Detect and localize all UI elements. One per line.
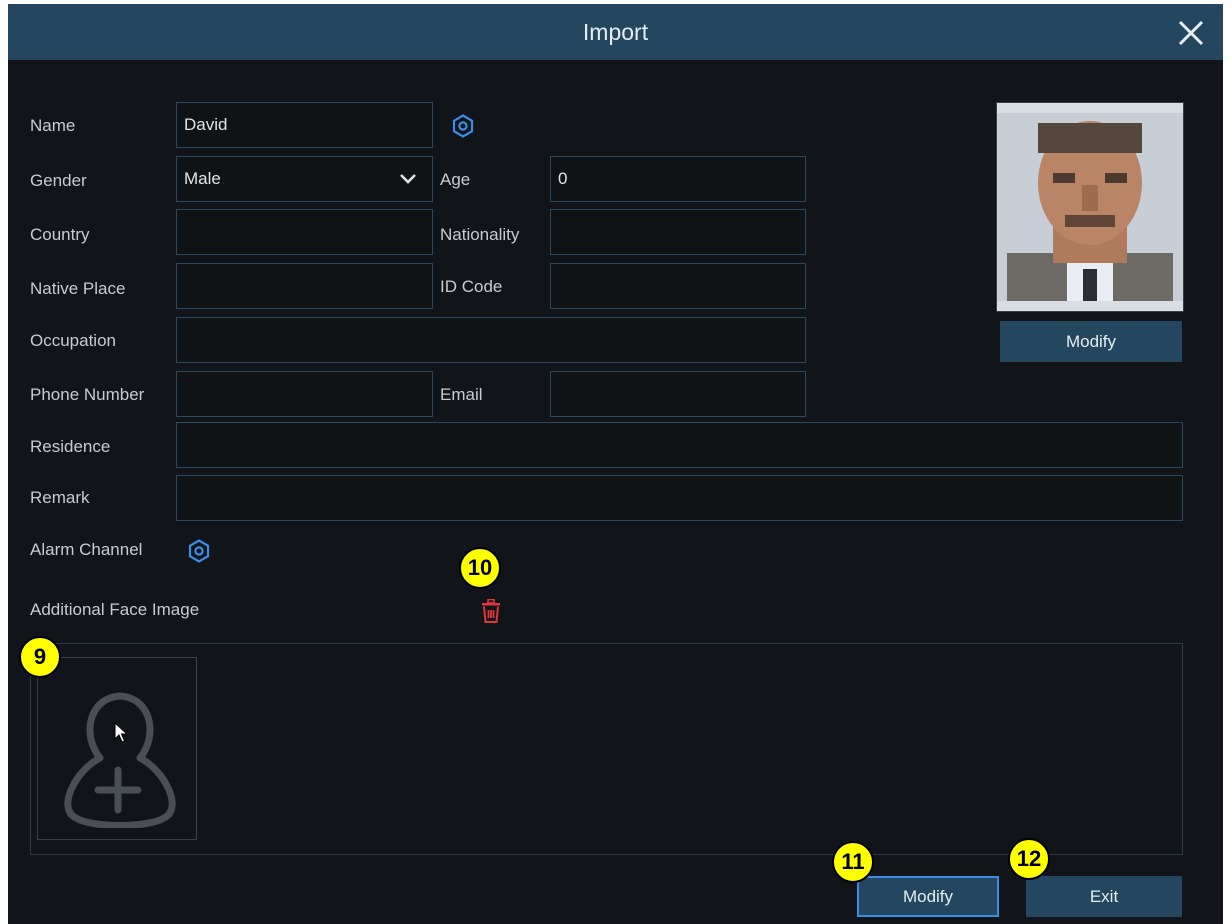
gear-icon[interactable] (451, 114, 475, 138)
phone-number-field[interactable] (176, 371, 433, 417)
native-place-label: Native Place (30, 279, 126, 298)
modify-button[interactable]: Modify (857, 876, 999, 917)
import-dialog: Import Name David Gender Male Age 0 Coun… (8, 4, 1223, 924)
trash-icon[interactable] (481, 599, 501, 623)
remark-label: Remark (30, 488, 90, 507)
nationality-label: Nationality (440, 225, 520, 244)
name-value: David (184, 115, 228, 134)
residence-label: Residence (30, 437, 111, 456)
phone-number-label: Phone Number (30, 385, 145, 404)
id-code-field[interactable] (550, 263, 806, 309)
dialog-title: Import (582, 19, 649, 45)
annotation-badge-12: 12 (1008, 838, 1050, 880)
country-field[interactable] (176, 209, 433, 255)
exit-button[interactable]: Exit (1026, 876, 1182, 917)
country-label: Country (30, 225, 90, 244)
add-face-image-button[interactable] (37, 657, 197, 840)
native-place-field[interactable] (176, 263, 433, 309)
modify-photo-button[interactable]: Modify (1000, 321, 1182, 362)
email-field[interactable] (550, 371, 806, 417)
email-label: Email (440, 385, 483, 404)
annotation-badge-11: 11 (832, 841, 874, 883)
name-field[interactable]: David (176, 102, 433, 148)
gender-label: Gender (30, 171, 87, 190)
mouse-pointer-icon (114, 722, 129, 743)
title-bar: Import (8, 4, 1223, 60)
name-label: Name (30, 116, 76, 135)
face-photo-image (997, 103, 1183, 311)
additional-face-image-label: Additional Face Image (30, 600, 200, 619)
id-code-label: ID Code (440, 277, 503, 296)
nationality-field[interactable] (550, 209, 806, 255)
occupation-field[interactable] (176, 317, 806, 363)
annotation-badge-9: 9 (19, 636, 61, 678)
age-value: 0 (558, 169, 568, 188)
close-icon[interactable] (1176, 18, 1206, 48)
remark-field[interactable] (176, 475, 1183, 521)
gender-value: Male (184, 169, 221, 188)
gender-select[interactable]: Male (176, 156, 433, 202)
additional-face-area (30, 643, 1183, 855)
age-label: Age (440, 170, 471, 189)
occupation-label: Occupation (30, 331, 116, 350)
alarm-channel-label: Alarm Channel (30, 540, 143, 559)
residence-field[interactable] (176, 422, 1183, 468)
face-photo (996, 102, 1184, 312)
chevron-down-icon (400, 174, 416, 184)
annotation-badge-10: 10 (459, 547, 501, 589)
age-field[interactable]: 0 (550, 156, 806, 202)
gear-icon[interactable] (187, 539, 211, 563)
add-person-icon (64, 692, 176, 828)
